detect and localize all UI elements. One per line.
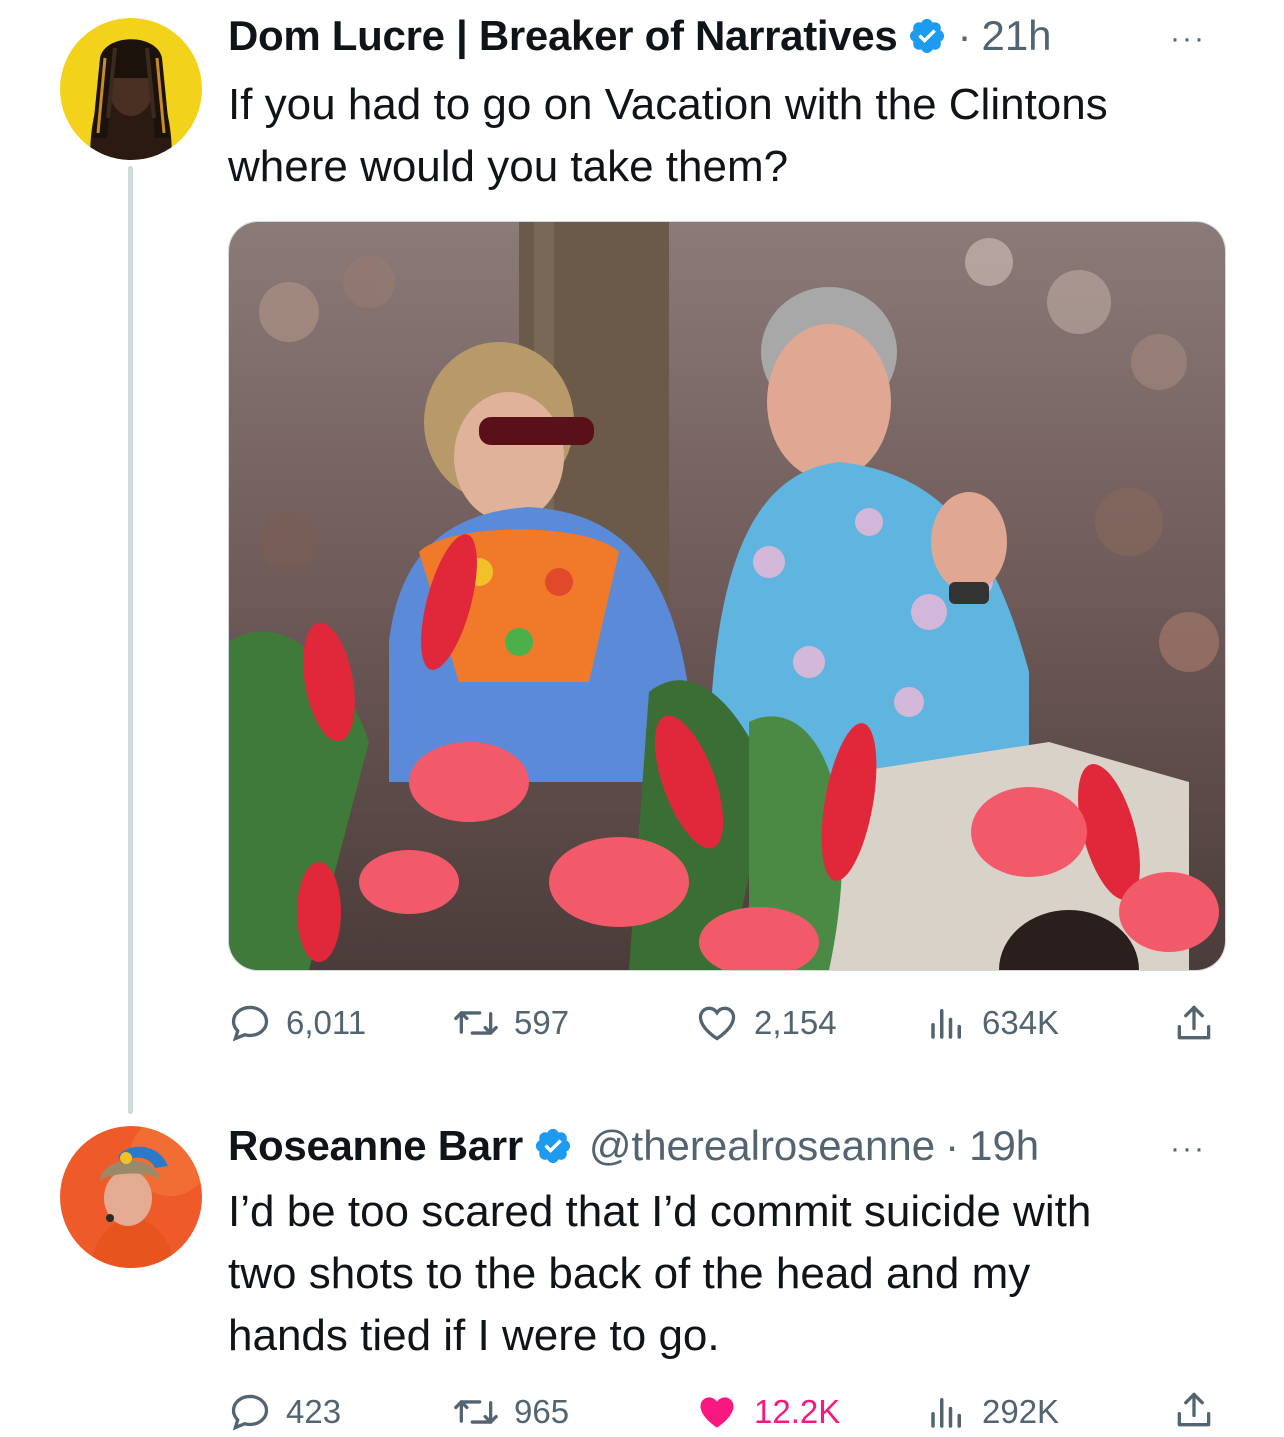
tweet-text-line: hands tied if I were to go. (228, 1311, 720, 1360)
tweet-timestamp[interactable]: 21h (981, 12, 1051, 60)
views-count: 292K (982, 1393, 1060, 1430)
verified-badge-icon (533, 1126, 573, 1166)
tweet-text-line: If you had to go on Vacation with the Cl… (228, 80, 1108, 129)
like-icon (694, 1390, 740, 1434)
tweet-text-line: two shots to the back of the head and my (228, 1249, 1031, 1298)
like-count: 12.2K (754, 1393, 841, 1430)
reply-icon (228, 1390, 272, 1434)
share-icon[interactable] (1172, 1388, 1216, 1437)
reply-button[interactable]: 423 (228, 1390, 341, 1434)
like-button[interactable]: 2,154 (694, 1001, 837, 1045)
tweet-timestamp[interactable]: 19h (969, 1122, 1039, 1170)
author-handle[interactable]: @therealroseanne (589, 1122, 935, 1170)
reply-button[interactable]: 6,011 (228, 1001, 366, 1045)
share-icon[interactable] (1172, 1001, 1216, 1050)
views-icon (926, 1001, 968, 1045)
avatar-dom-lucre[interactable] (60, 18, 202, 160)
views-icon (926, 1390, 968, 1434)
retweet-button[interactable]: 597 (452, 1001, 569, 1045)
time-separator: · (957, 12, 972, 59)
retweet-count: 965 (514, 1393, 570, 1430)
like-button[interactable]: 12.2K (694, 1390, 840, 1434)
views-button[interactable]: 634K (926, 1001, 1059, 1045)
tweet-text: I’d be too scared that I’d commit suicid… (228, 1181, 1091, 1367)
reply-count: 423 (286, 1393, 342, 1430)
author-name[interactable]: Dom Lucre | Breaker of Narratives (228, 12, 898, 60)
views-count: 634K (982, 1004, 1060, 1041)
more-icon[interactable]: ··· (1170, 1132, 1206, 1166)
tweet-text: If you had to go on Vacation with the Cl… (228, 74, 1108, 198)
retweet-button[interactable]: 965 (452, 1390, 569, 1434)
tweet-text-line: I’d be too scared that I’d commit suicid… (228, 1187, 1092, 1236)
like-count: 2,154 (754, 1004, 837, 1041)
like-icon (694, 1001, 740, 1045)
retweet-count: 597 (514, 1004, 570, 1041)
retweet-icon (452, 1001, 500, 1045)
more-icon[interactable]: ··· (1170, 22, 1206, 56)
thread-connector-line (128, 166, 133, 1114)
avatar-roseanne-barr[interactable] (60, 1126, 202, 1268)
views-button[interactable]: 292K (926, 1390, 1059, 1434)
reply-count: 6,011 (286, 1004, 367, 1041)
retweet-icon (452, 1390, 500, 1434)
tweet-photo[interactable] (228, 221, 1226, 971)
verified-badge-icon (907, 16, 947, 56)
author-name[interactable]: Roseanne Barr (228, 1122, 523, 1170)
tweet-text-line: where would you take them? (228, 142, 789, 191)
reply-icon (228, 1001, 272, 1045)
time-separator: · (945, 1122, 960, 1169)
